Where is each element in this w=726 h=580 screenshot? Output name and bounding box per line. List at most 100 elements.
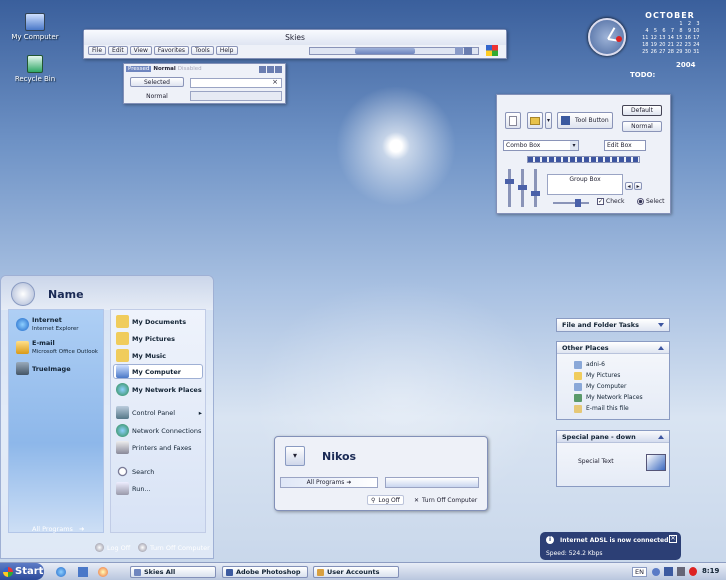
chevron-down-icon[interactable] — [658, 323, 664, 327]
menu-run[interactable]: Run... — [116, 482, 151, 495]
tab-pressed[interactable]: Pressed — [126, 66, 152, 72]
place-network[interactable]: My Network Places — [574, 392, 669, 403]
new-file-button[interactable] — [505, 112, 521, 129]
tray-clock[interactable]: 8:19 — [702, 567, 719, 575]
log-off-label: Log Off — [107, 543, 131, 552]
place-my-computer[interactable]: My Computer — [574, 381, 669, 392]
computer-icon — [116, 365, 129, 378]
scroll-thumb[interactable] — [355, 48, 415, 54]
spinner[interactable]: ◂ ▸ — [625, 182, 642, 190]
horizontal-scrollbar[interactable] — [309, 47, 479, 55]
field-close-icon[interactable]: × — [272, 78, 278, 86]
tabs-window: Pressed Normal Disabled Selected Normal … — [123, 63, 286, 104]
mini-search-field[interactable] — [385, 477, 479, 488]
save-icon — [561, 116, 570, 125]
calendar-day: 20 — [659, 42, 666, 48]
close-icon[interactable] — [464, 47, 472, 55]
open-folder-button[interactable] — [527, 112, 543, 129]
chevron-up-icon[interactable] — [658, 434, 664, 439]
notification-balloon[interactable]: i Internet ADSL is now connected Speed: … — [540, 532, 681, 560]
menu-view[interactable]: View — [129, 46, 152, 55]
calendar-day — [640, 21, 649, 28]
pinned-internet[interactable]: Internet Internet Explorer — [16, 316, 79, 332]
radio-button[interactable] — [637, 198, 644, 205]
select-label: Select — [646, 198, 665, 205]
menu-tools[interactable]: Tools — [191, 46, 214, 55]
balloon-close-icon[interactable]: ✕ — [669, 535, 677, 543]
menu-my-pictures[interactable]: My Pictures — [116, 332, 175, 345]
vertical-slider-1[interactable] — [505, 169, 514, 207]
normal-button[interactable]: Normal — [622, 121, 662, 132]
menu-label: My Computer — [132, 367, 181, 376]
text-field[interactable] — [190, 78, 282, 88]
menu-favorites[interactable]: Favorites — [153, 46, 190, 55]
vertical-slider-3[interactable] — [531, 169, 540, 207]
maximize-icon[interactable] — [267, 66, 274, 73]
menu-my-network-places[interactable]: My Network Places — [116, 383, 202, 396]
default-button[interactable]: Default — [622, 105, 662, 116]
close-icon[interactable] — [275, 66, 282, 73]
select-option[interactable]: Select — [637, 198, 665, 205]
calendar-day: 27 — [659, 49, 666, 55]
mini-turn-off[interactable]: ✕ Turn Off Computer — [411, 495, 480, 505]
menu-my-computer[interactable]: My Computer — [113, 364, 203, 379]
tool-button[interactable]: Tool Button — [557, 112, 613, 129]
turn-off-button[interactable]: Turn Off Computer — [138, 543, 210, 552]
task-photoshop[interactable]: Adobe Photoshop — [222, 566, 308, 578]
place-adni-6[interactable]: adni-6 — [574, 359, 669, 370]
minimize-icon[interactable] — [259, 66, 266, 73]
scroll-right-icon[interactable] — [455, 47, 463, 55]
pinned-trueimage[interactable]: TrueImage — [16, 362, 71, 375]
task-user-accounts[interactable]: User Accounts — [313, 566, 399, 578]
edit-box[interactable]: Edit Box — [604, 140, 646, 151]
place-my-pictures[interactable]: My Pictures — [574, 370, 669, 381]
place-email-file[interactable]: E-mail this file — [574, 403, 669, 414]
menu-label: Run... — [132, 484, 151, 493]
menu-edit[interactable]: Edit — [108, 46, 128, 55]
calendar-day: 18 — [642, 42, 649, 48]
file-folder-tasks-pane[interactable]: File and Folder Tasks — [556, 318, 670, 332]
desktop-icon-my-computer[interactable]: My Computer — [5, 13, 65, 41]
calendar-day: 30 — [684, 49, 691, 55]
help-tray-icon[interactable] — [652, 568, 660, 576]
menu-printers[interactable]: Printers and Faxes — [116, 441, 192, 454]
menu-help[interactable]: Help — [215, 46, 238, 55]
tab-normal[interactable]: Normal — [153, 66, 175, 72]
menu-control-panel[interactable]: Control Panel ▸ — [116, 406, 202, 419]
quicklaunch-media-icon[interactable] — [98, 567, 108, 577]
volume-tray-icon[interactable] — [677, 567, 685, 576]
task-skies[interactable]: Skies All — [130, 566, 216, 578]
menu-my-music[interactable]: My Music — [116, 349, 166, 362]
calendar-day: 3 — [696, 21, 700, 27]
calendar-day: 28 — [667, 49, 674, 55]
menu-network-connections[interactable]: Network Connections — [116, 424, 201, 437]
horizontal-slider[interactable] — [553, 199, 589, 207]
language-indicator[interactable]: EN — [632, 567, 647, 577]
quicklaunch-ie-icon[interactable] — [56, 567, 66, 577]
quicklaunch-desktop-icon[interactable] — [78, 567, 88, 577]
combo-box[interactable]: Combo Box ▾ — [503, 140, 579, 151]
document-icon — [509, 115, 517, 126]
network-tray-icon[interactable] — [664, 567, 673, 576]
checkbox[interactable]: ✓ — [597, 198, 604, 205]
selected-button[interactable]: Selected — [130, 77, 184, 87]
mini-log-off[interactable]: ⚲ Log Off — [367, 495, 404, 505]
special-text: Special Text — [578, 458, 614, 465]
all-programs-button[interactable]: All Programs ➜ — [32, 525, 84, 533]
chevron-up-icon[interactable] — [658, 345, 664, 350]
check-option[interactable]: ✓ Check — [597, 198, 624, 205]
place-label: My Computer — [586, 383, 627, 390]
start-button[interactable]: Start — [0, 563, 44, 580]
pinned-email[interactable]: E-mail Microsoft Office Outlook — [16, 339, 98, 355]
log-off-button[interactable]: Log Off — [95, 543, 130, 552]
mini-all-programs[interactable]: All Programs ➜ — [280, 477, 378, 488]
dropdown-arrow-button[interactable]: ▾ — [545, 112, 552, 129]
desktop-icon-recycle-bin[interactable]: Recycle Bin — [5, 55, 65, 83]
vertical-slider-2[interactable] — [518, 169, 527, 207]
menu-my-documents[interactable]: My Documents — [116, 315, 186, 328]
menu-search[interactable]: Search — [116, 465, 154, 478]
menu-file[interactable]: File — [88, 46, 107, 55]
security-tray-icon[interactable] — [689, 567, 697, 576]
menu-label: Network Connections — [132, 426, 202, 435]
normal-button[interactable]: Normal — [130, 92, 184, 102]
